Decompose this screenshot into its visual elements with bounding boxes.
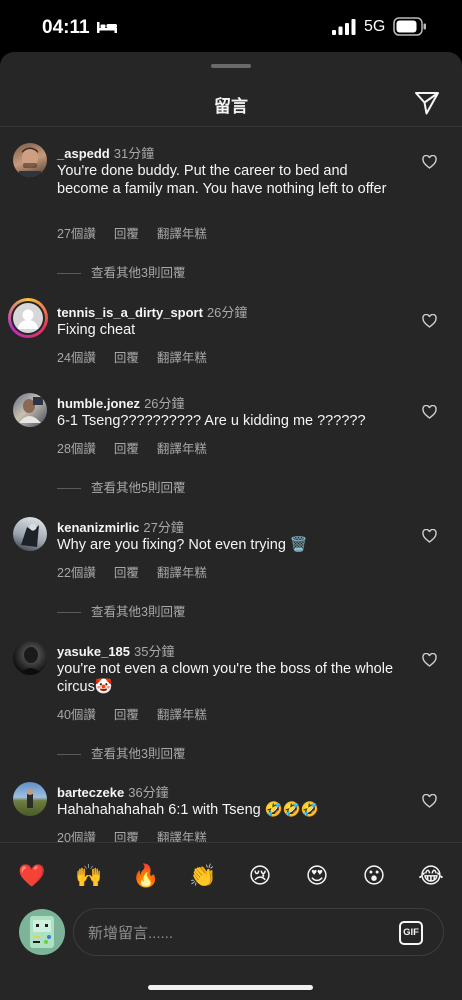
view-replies[interactable]: 查看其他5則回覆: [57, 477, 185, 496]
translate-button[interactable]: 翻譯年糕: [157, 442, 207, 456]
comment-header: barteczeke 36分鐘: [57, 782, 169, 801]
reply-button[interactable]: 回覆: [114, 351, 139, 365]
view-replies-label: 查看其他5則回覆: [91, 481, 186, 495]
status-bar: 04:11 5G: [0, 0, 462, 52]
comment-header: humble.jonez 26分鐘: [57, 393, 185, 412]
comment-text: You're done buddy. Put the career to bed…: [57, 163, 387, 197]
comment-header: yasuke_185 35分鐘: [57, 641, 174, 660]
comment-composer-bar: ❤️ 🙌 🔥 👏 😢 😍 😮 😂 GIF: [0, 842, 462, 1000]
like-count[interactable]: 22個讚: [57, 566, 96, 580]
comment-actions: 28個讚 回覆 翻譯年糕: [57, 438, 225, 457]
translate-button[interactable]: 翻譯年糕: [157, 351, 207, 365]
emoji-heart-icon[interactable]: ❤️: [15, 859, 49, 893]
emoji-surprised-icon[interactable]: 😮: [357, 859, 391, 893]
comment-time: 26分鐘: [144, 396, 185, 411]
like-count[interactable]: 24個讚: [57, 351, 96, 365]
avatar[interactable]: [13, 393, 47, 427]
default-avatar-icon: [13, 303, 43, 333]
reply-button[interactable]: 回覆: [114, 442, 139, 456]
like-count[interactable]: 40個讚: [57, 708, 96, 722]
view-replies[interactable]: 查看其他3則回覆: [57, 601, 185, 620]
comment-input[interactable]: [88, 921, 378, 945]
avatar[interactable]: [13, 517, 47, 551]
replies-line: [57, 612, 81, 614]
emoji-heart-eyes-icon[interactable]: 😍: [300, 859, 334, 893]
heart-icon[interactable]: [422, 529, 437, 543]
comment-text: Fixing cheat: [57, 322, 136, 338]
comment-input-box[interactable]: GIF: [73, 908, 444, 956]
signal-bars-icon: [332, 19, 356, 35]
comment-actions: 22個讚 回覆 翻譯年糕: [57, 562, 225, 581]
replies-line: [57, 273, 81, 275]
avatar[interactable]: [13, 143, 47, 177]
paper-plane-icon[interactable]: [414, 90, 440, 116]
bed-icon: [97, 22, 117, 33]
comment-text: Why are you fixing? Not even trying 🗑️: [57, 537, 308, 553]
network-type: 5G: [364, 18, 386, 35]
heart-icon[interactable]: [422, 653, 437, 667]
avatar[interactable]: [13, 641, 47, 675]
battery-icon: [393, 17, 426, 36]
avatar[interactable]: [13, 782, 47, 816]
avatar[interactable]: [8, 298, 48, 338]
heart-icon[interactable]: [422, 794, 437, 808]
sheet-grabber[interactable]: [211, 64, 251, 68]
comment-header: kenanizmirlic 27分鐘: [57, 517, 184, 536]
comment-time: 36分鐘: [128, 785, 169, 800]
comment-username[interactable]: yasuke_185: [57, 644, 130, 659]
view-replies[interactable]: 查看其他3則回覆: [57, 743, 185, 762]
comment-username[interactable]: _aspedd: [57, 146, 110, 161]
translate-button[interactable]: 翻譯年糕: [157, 566, 207, 580]
comment-header: tennis_is_a_dirty_sport 26分鐘: [57, 302, 247, 321]
sheet-title: 留言: [214, 97, 248, 116]
view-replies-label: 查看其他3則回覆: [91, 266, 186, 280]
comment-time: 27分鐘: [143, 520, 184, 535]
status-time: 04:11: [42, 17, 90, 38]
reply-button[interactable]: 回覆: [114, 708, 139, 722]
emoji-quick-reactions: ❤️ 🙌 🔥 👏 😢 😍 😮 😂: [0, 859, 462, 893]
heart-icon[interactable]: [422, 314, 437, 328]
reply-button[interactable]: 回覆: [114, 227, 139, 241]
view-replies-label: 查看其他3則回覆: [91, 605, 186, 619]
comment-actions: 27個讚 回覆 翻譯年糕: [57, 223, 225, 242]
translate-button[interactable]: 翻譯年糕: [157, 708, 207, 722]
comment-time: 35分鐘: [134, 644, 175, 659]
comment-username[interactable]: barteczeke: [57, 785, 124, 800]
heart-icon[interactable]: [422, 155, 437, 169]
comment-header: _aspedd 31分鐘: [57, 143, 154, 162]
comment-text: Hahahahahahah 6:1 with Tseng 🤣🤣🤣: [57, 802, 319, 818]
view-replies-label: 查看其他3則回覆: [91, 747, 186, 761]
comment-actions: 40個讚 回覆 翻譯年糕: [57, 704, 225, 723]
comment-time: 26分鐘: [206, 305, 248, 320]
comment-text: you're not even a clown you're the boss …: [57, 661, 394, 695]
avatar-inner: [11, 301, 45, 335]
emoji-fire-icon[interactable]: 🔥: [129, 859, 163, 893]
comment-time: 31分鐘: [113, 146, 155, 161]
comment-username[interactable]: humble.jonez: [57, 396, 140, 411]
emoji-clap-icon[interactable]: 👏: [186, 859, 220, 893]
like-count[interactable]: 27個讚: [57, 227, 96, 241]
emoji-raised-hands-icon[interactable]: 🙌: [72, 859, 106, 893]
comment-actions: 24個讚 回覆 翻譯年糕: [57, 347, 225, 366]
comment-text: 6-1 Tseng?????????? Are u kidding me ???…: [57, 413, 366, 429]
heart-icon[interactable]: [422, 405, 437, 419]
emoji-laughing-icon[interactable]: 😂: [414, 859, 448, 893]
replies-line: [57, 488, 81, 490]
my-avatar[interactable]: [19, 909, 65, 955]
gif-button[interactable]: GIF: [399, 921, 423, 945]
translate-button[interactable]: 翻譯年糕: [157, 227, 207, 241]
reply-button[interactable]: 回覆: [114, 566, 139, 580]
like-count[interactable]: 28個讚: [57, 442, 96, 456]
home-indicator: [148, 985, 313, 990]
comment-username[interactable]: kenanizmirlic: [57, 520, 139, 535]
replies-line: [57, 754, 81, 756]
view-replies[interactable]: 查看其他3則回覆: [57, 262, 185, 281]
comment-username[interactable]: tennis_is_a_dirty_sport: [57, 305, 203, 320]
emoji-crying-icon[interactable]: 😢: [243, 859, 277, 893]
header-divider: [0, 126, 462, 127]
